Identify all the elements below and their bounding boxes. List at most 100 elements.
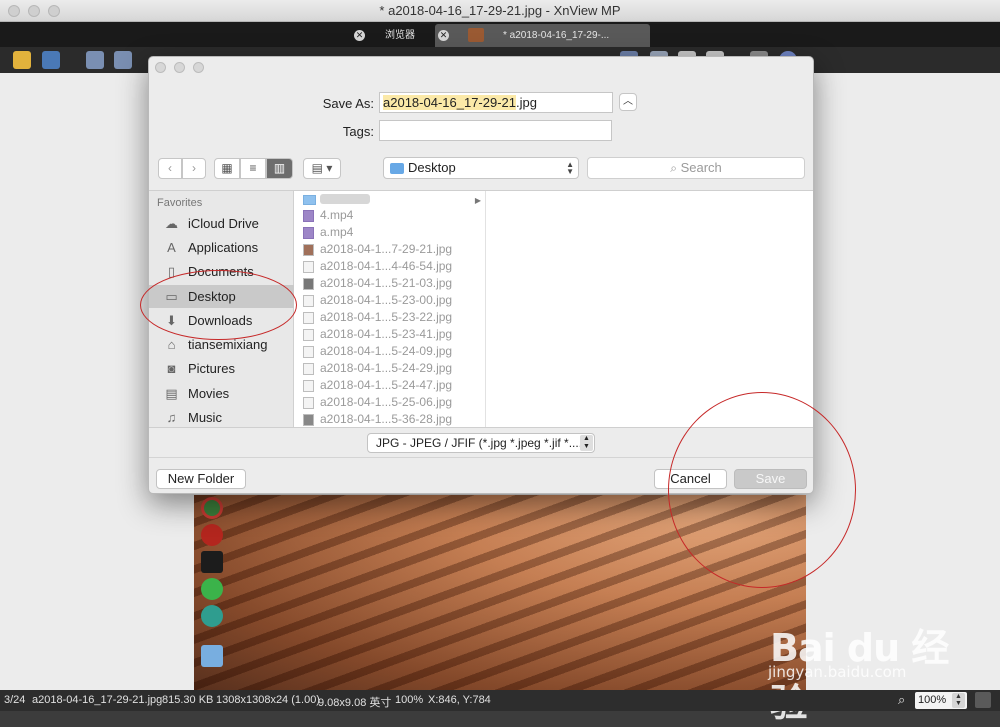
image-file-icon	[303, 244, 314, 256]
file-row[interactable]: a2018-04-1...7-29-21.jpg	[295, 241, 485, 258]
image-file-icon	[303, 261, 314, 273]
expand-dialog-button[interactable]: ︿	[619, 93, 637, 111]
file-browser: Favorites ☁ iCloud Drive A Applications ▯ D…	[149, 190, 813, 429]
file-row[interactable]: a2018-04-1...5-23-41.jpg	[295, 326, 485, 343]
save-as-input[interactable]: a2018-04-16_17-29-21.jpg	[379, 92, 613, 113]
list-view-button[interactable]: ≡	[240, 158, 266, 179]
dialog-zoom-button	[193, 62, 204, 73]
image-file-icon	[303, 329, 314, 341]
music-icon: ♫	[166, 410, 177, 425]
file-name: a2018-04-1...5-24-09.jpg	[320, 344, 453, 358]
image-file-icon	[303, 278, 314, 290]
format-dropdown[interactable]: JPG - JPEG / JFIF (*.jpg *.jpeg *.jif *.…	[367, 433, 595, 453]
dialog-minimize-button	[174, 62, 185, 73]
save-as-selected-text: a2018-04-16_17-29-21	[383, 95, 516, 110]
file-row[interactable]: a2018-04-1...5-25-06.jpg	[295, 394, 485, 411]
downloads-icon: ⬇	[166, 313, 177, 328]
blurred-folder-name	[320, 194, 370, 204]
location-dropdown[interactable]: Desktop ▲ ▼	[383, 157, 579, 179]
sidebar-item-label: Documents	[188, 264, 254, 279]
status-bar: 3/24 a2018-04-16_17-29-21.jpg 815.30 KB …	[0, 690, 1000, 711]
window-title: * a2018-04-16_17-29-21.jpg - XnView MP	[379, 3, 621, 18]
tab-browser[interactable]: ✕ 浏览器	[350, 24, 435, 47]
icon-view-button[interactable]: ▦	[214, 158, 240, 179]
undo-icon[interactable]	[86, 51, 104, 69]
save-as-label: Save As:	[322, 96, 374, 111]
status-dimensions: 1308x1308x24 (1.00)	[216, 694, 320, 706]
fullscreen-icon[interactable]	[975, 692, 991, 708]
zoom-icon[interactable]: ⌕	[898, 692, 905, 708]
sidebar-item-pictures[interactable]: ◙ Pictures	[149, 357, 294, 380]
browse-folder-icon[interactable]	[13, 51, 31, 69]
sidebar-item-applications[interactable]: A Applications	[149, 236, 294, 259]
tags-input[interactable]	[379, 120, 612, 141]
sidebar-item-label: Applications	[188, 240, 259, 255]
forward-button[interactable]: ›	[182, 158, 206, 179]
sidebar-item-label: Music	[188, 410, 222, 425]
watermark-url: jingyan.baidu.com	[768, 663, 907, 681]
sidebar-item-downloads[interactable]: ⬇ Downloads	[149, 309, 294, 332]
file-row[interactable]: a2018-04-1...4-46-54.jpg	[295, 258, 485, 275]
folder-icon	[303, 195, 316, 205]
finder-icon	[201, 645, 223, 667]
tab-image[interactable]: ✕ * a2018-04-16_17-29-...	[435, 24, 650, 47]
zoom-value: 100%	[918, 694, 947, 706]
status-coords: X:846, Y:784	[428, 694, 491, 706]
applications-icon: A	[167, 240, 176, 255]
file-column: ▶ 4.mp4 a.mp4 a2018-04-1...7-29-21.jpg a…	[295, 191, 486, 427]
chrome-icon	[201, 497, 223, 519]
save-button[interactable]: Save	[734, 469, 807, 489]
zoom-stepper[interactable]: ▲ ▼	[952, 693, 965, 708]
tab-bar: ✕ 浏览器 ✕ * a2018-04-16_17-29-...	[0, 22, 1000, 47]
back-button[interactable]: ‹	[158, 158, 182, 179]
sidebar-item-desktop[interactable]: ▭ Desktop	[149, 285, 294, 308]
file-row[interactable]: a2018-04-1...5-24-09.jpg	[295, 343, 485, 360]
app-titlebar: * a2018-04-16_17-29-21.jpg - XnView MP	[0, 0, 1000, 22]
file-row[interactable]: 4.mp4	[295, 207, 485, 224]
gallery-view-dropdown[interactable]: ▤ ▾	[303, 158, 341, 179]
file-row[interactable]: a2018-04-1...5-24-29.jpg	[295, 360, 485, 377]
file-name: a2018-04-1...5-25-06.jpg	[320, 395, 453, 409]
image-file-icon	[303, 363, 314, 375]
app-icon	[201, 605, 223, 627]
status-filename: a2018-04-16_17-29-21.jpg	[32, 694, 163, 706]
file-row[interactable]: a2018-04-1...5-21-03.jpg	[295, 275, 485, 292]
dock-icons	[194, 495, 230, 690]
image-thumbnail-icon	[468, 28, 484, 42]
tab-image-label: * a2018-04-16_17-29-...	[503, 30, 610, 41]
file-name: a2018-04-1...5-23-22.jpg	[320, 310, 453, 324]
sidebar-item-label: iCloud Drive	[188, 216, 259, 231]
sidebar-item-icloud-drive[interactable]: ☁ iCloud Drive	[149, 212, 294, 235]
save-dialog: Save As: a2018-04-16_17-29-21.jpg ︿ Tags…	[148, 56, 814, 494]
desert-image	[194, 495, 806, 690]
sidebar-item-movies[interactable]: ▤ Movies	[149, 382, 294, 405]
redo-icon[interactable]	[114, 51, 132, 69]
folder-row[interactable]: ▶	[295, 191, 485, 208]
format-bar: JPG - JPEG / JFIF (*.jpg *.jpeg *.jif *.…	[149, 429, 813, 457]
file-row[interactable]: a.mp4	[295, 224, 485, 241]
file-row[interactable]: a2018-04-1...5-24-47.jpg	[295, 377, 485, 394]
close-tab-icon[interactable]: ✕	[438, 30, 449, 41]
file-row[interactable]: a2018-04-1...5-23-00.jpg	[295, 292, 485, 309]
sidebar-item-music[interactable]: ♫ Music	[149, 406, 294, 429]
tags-label: Tags:	[342, 124, 374, 139]
format-label: JPG - JPEG / JFIF (*.jpg *.jpeg *.jif *.…	[376, 436, 583, 450]
new-folder-button[interactable]: New Folder	[156, 469, 246, 489]
save-icon[interactable]	[42, 51, 60, 69]
file-name: a2018-04-1...5-24-29.jpg	[320, 361, 453, 375]
file-row[interactable]: a2018-04-1...5-23-22.jpg	[295, 309, 485, 326]
film-icon: ▤	[165, 386, 178, 401]
close-tab-icon[interactable]: ✕	[354, 30, 365, 41]
image-file-icon	[303, 346, 314, 358]
column-view-button[interactable]: ▥	[266, 158, 293, 179]
file-row[interactable]: a2018-04-1...5-36-28.jpg	[295, 411, 485, 428]
file-name: a2018-04-1...5-36-28.jpg	[320, 412, 453, 426]
search-input[interactable]: ⌕ Search	[587, 157, 805, 179]
sidebar-item-documents[interactable]: ▯ Documents	[149, 260, 294, 283]
sidebar-item-home[interactable]: ⌂ tiansemixiang	[149, 333, 294, 356]
cancel-button[interactable]: Cancel	[654, 469, 727, 489]
chevron-updown-icon: ▲ ▼	[566, 160, 574, 176]
file-name: a2018-04-1...7-29-21.jpg	[320, 242, 453, 256]
file-name: a.mp4	[320, 225, 354, 239]
home-icon: ⌂	[167, 337, 176, 352]
